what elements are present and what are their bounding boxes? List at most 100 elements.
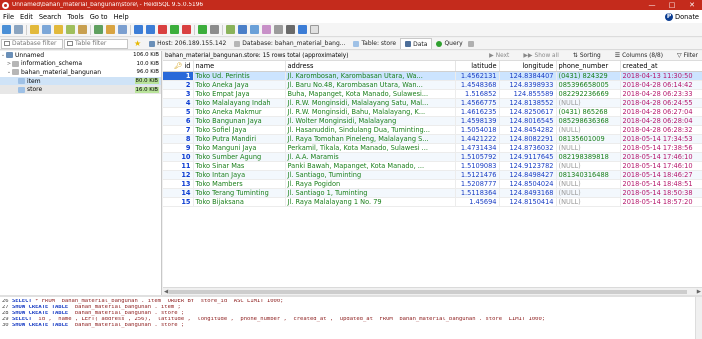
cell-phone-number[interactable]: (NULL) (556, 125, 621, 135)
cell-created-at[interactable]: 2018-05-14 18:50:38 (620, 188, 702, 198)
filter-button[interactable]: ▽ Filter (677, 52, 698, 59)
cell-created-at[interactable]: 2018-04-28 06:24:55 (620, 98, 702, 108)
query-options-icon[interactable] (210, 25, 219, 34)
cell-longitude[interactable]: 124.8493168 (499, 188, 557, 198)
connect-icon[interactable] (14, 25, 23, 34)
database-icon[interactable] (250, 25, 259, 34)
cell-phone-number[interactable]: 081340316488 (556, 170, 621, 180)
cell-phone-number[interactable]: 082198389818 (556, 152, 621, 162)
cell-longitude[interactable]: 124.8504024 (499, 179, 557, 189)
cell-latitude[interactable]: 1.5118364 (455, 188, 500, 198)
table-row[interactable]: 3 Toko Empat Jaya Buha, Mapanget, Kota Man… (163, 89, 702, 99)
table-tools-icon[interactable] (238, 25, 247, 34)
database-filter-input[interactable]: Database filter (1, 38, 63, 49)
table-row[interactable]: 4 Toko Malalayang Indah Jl. R.W. Monginsid… (163, 98, 702, 108)
tools-icon[interactable] (106, 25, 115, 34)
cell-address[interactable]: Jl. Karombosan, Karombasan Utara, Wa... (285, 71, 456, 81)
cell-address[interactable]: Jl. Santiago 1, Tuminting (285, 188, 456, 198)
cell-phone-number[interactable]: 085396658005 (556, 80, 621, 90)
cell-longitude[interactable]: 124.8454282 (499, 125, 557, 135)
cell-phone-number[interactable]: (0431) 865268 (556, 107, 621, 117)
save-icon[interactable] (42, 25, 51, 34)
cell-address[interactable]: Jl. Raya Pogidon (285, 179, 456, 189)
tree-node-information-schema[interactable]: > information_schema 10.0 KiB (0, 60, 161, 69)
cell-longitude[interactable]: 124.8398933 (499, 80, 557, 90)
cell-id[interactable]: 13 (163, 179, 194, 189)
settings-icon[interactable] (310, 25, 319, 34)
cell-longitude[interactable]: 124.8498427 (499, 170, 557, 180)
maintenance-icon[interactable] (274, 25, 283, 34)
table-row[interactable]: 14 Toko Terang Tuminting Jl. Santiago 1, T… (163, 188, 702, 198)
cell-phone-number[interactable]: (NULL) (556, 188, 621, 198)
cell-longitude[interactable]: 124.8150414 (499, 197, 557, 207)
table-row[interactable]: 6 Toko Bangunan Jaya Jl. Wolter Monginsidi… (163, 116, 702, 126)
cell-longitude[interactable]: 124.8138552 (499, 98, 557, 108)
tab-data[interactable]: Data (400, 38, 433, 49)
cell-created-at[interactable]: 2018-05-14 17:46:10 (620, 161, 702, 171)
user-manager-icon[interactable] (262, 25, 271, 34)
cell-created-at[interactable]: 2018-05-14 17:38:56 (620, 143, 702, 153)
cell-id[interactable]: 9 (163, 143, 194, 153)
cell-created-at[interactable]: 2018-04-28 06:28:32 (620, 125, 702, 135)
tab-table[interactable]: Table: store (349, 38, 400, 49)
cell-address[interactable]: Jl. Hasanuddin, Sindulang Dua, Tuminting… (285, 125, 456, 135)
new-query-tab-icon[interactable] (467, 40, 474, 47)
menu-go-to[interactable]: Go to (87, 13, 111, 21)
table-row[interactable]: 11 Toko Sinar Mas Panki Bawah, Mapanget, K… (163, 161, 702, 171)
folder-icon[interactable] (54, 25, 63, 34)
donate-button[interactable]: P Donate (665, 12, 699, 21)
cell-latitude[interactable]: 1.45694 (455, 197, 500, 207)
cell-latitude[interactable]: 1.5121476 (455, 170, 500, 180)
cell-created-at[interactable]: 2018-04-28 06:23:33 (620, 89, 702, 99)
cell-latitude[interactable]: 1.4731434 (455, 143, 500, 153)
cell-id[interactable]: 5 (163, 107, 194, 117)
columns-button[interactable]: ☰ Columns (8/8) (615, 52, 663, 59)
sorting-button[interactable]: ⇅ Sorting (573, 52, 601, 59)
copy-icon[interactable] (66, 25, 75, 34)
tab-database[interactable]: Database: bahan_material_bang... (230, 38, 349, 49)
column-header-id[interactable]: 🔑︎ id (163, 61, 194, 72)
cell-created-at[interactable]: 2018-05-14 18:57:20 (620, 197, 702, 207)
cell-name[interactable]: Toko Malalayang Indah (193, 98, 286, 108)
cell-phone-number[interactable]: (NULL) (556, 197, 621, 207)
table-row[interactable]: 9 Toko Manguni Jaya Perkamil, Tikala, Kota… (163, 143, 702, 153)
cell-id[interactable]: 4 (163, 98, 194, 108)
column-header-address[interactable]: address (285, 61, 456, 72)
cell-latitude[interactable]: 1.4548368 (455, 80, 500, 90)
cell-address[interactable]: Jl. A.A. Maramis (285, 152, 456, 162)
log-vertical-scrollbar[interactable] (695, 297, 702, 339)
cell-longitude[interactable]: 124.8384407 (499, 71, 557, 81)
cell-created-at[interactable]: 2018-05-14 17:34:53 (620, 134, 702, 144)
close-button[interactable]: ✕ (682, 0, 702, 10)
cell-id[interactable]: 1 (163, 71, 194, 81)
cancel-edit-icon[interactable] (182, 25, 191, 34)
cell-name[interactable]: Toko Terang Tuminting (193, 188, 286, 198)
cell-id[interactable]: 8 (163, 134, 194, 144)
cell-id[interactable]: 14 (163, 188, 194, 198)
execute-query-icon[interactable] (198, 25, 207, 34)
menu-search[interactable]: Search (36, 13, 65, 21)
cell-name[interactable]: Toko Sinar Mas (193, 161, 286, 171)
cell-created-at[interactable]: 2018-04-13 11:30:50 (620, 71, 702, 81)
cell-created-at[interactable]: 2018-05-14 18:48:51 (620, 179, 702, 189)
insert-record-icon[interactable] (146, 25, 155, 34)
flush-icon[interactable] (286, 25, 295, 34)
tree-node-bahan-material-bangunan[interactable]: ⌄ bahan_material_bangunan 96.0 KiB (0, 68, 161, 77)
cell-phone-number[interactable]: (NULL) (556, 179, 621, 189)
cell-latitude[interactable]: 1.4598139 (455, 116, 500, 126)
help-icon[interactable] (298, 25, 307, 34)
cell-phone-number[interactable]: 085298636368 (556, 116, 621, 126)
cell-name[interactable]: Toko Sumber Agung (193, 152, 286, 162)
tree-node-session[interactable]: ⌄ Unnamed 106.0 KiB (0, 51, 161, 60)
cell-address[interactable]: Buha, Mapanget, Kota Manado, Sulawesi... (285, 89, 456, 99)
cell-name[interactable]: Toko Aneka Makmur (193, 107, 286, 117)
cell-latitude[interactable]: 1.5105792 (455, 152, 500, 162)
cell-phone-number[interactable]: (NULL) (556, 161, 621, 171)
cell-longitude[interactable]: 124.855589 (499, 89, 557, 99)
cell-longitude[interactable]: 124.8082291 (499, 134, 557, 144)
cell-id[interactable]: 6 (163, 116, 194, 126)
cell-address[interactable]: Jl. Raya Tomohan Pineleng, Malalayang S.… (285, 134, 456, 144)
column-header-name[interactable]: name (193, 61, 286, 72)
tree-node-store[interactable]: store 16.0 KiB (0, 85, 161, 94)
cell-address[interactable]: Jl. Wolter Monginsidi, Malalayang (285, 116, 456, 126)
